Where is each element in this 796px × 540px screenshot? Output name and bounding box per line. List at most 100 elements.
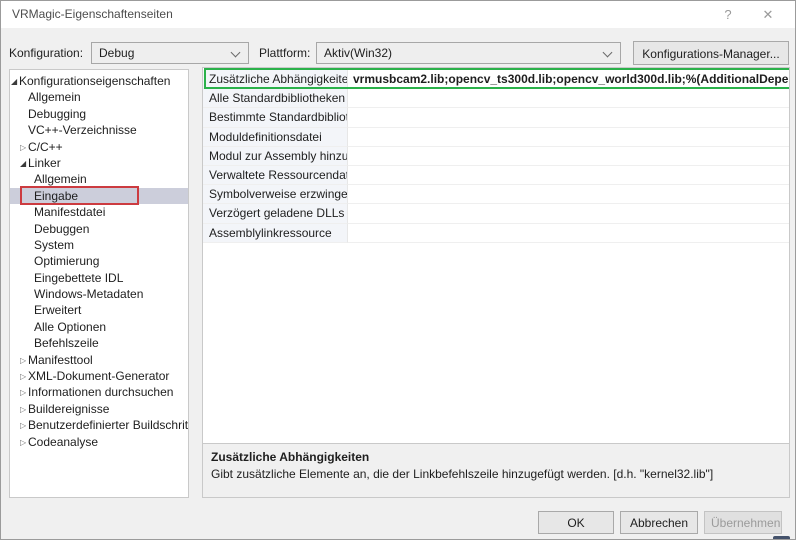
property-row[interactable]: Bestimmte Standardbibliothe: [203, 108, 789, 127]
tree-item[interactable]: Alle Optionen: [10, 319, 188, 335]
window-title: VRMagic-Eigenschaftenseiten: [12, 1, 173, 28]
tree-item-label: Eingebettete IDL: [34, 271, 123, 285]
property-name: Assemblylinkressource: [203, 224, 348, 243]
config-tree: ◢KonfigurationseigenschaftenAllgemeinDeb…: [9, 69, 189, 498]
ok-button[interactable]: OK: [538, 511, 614, 534]
help-icon[interactable]: ?: [713, 1, 743, 28]
tree-item-label: Optimierung: [34, 254, 99, 268]
description-pane: Zusätzliche Abhängigkeiten Gibt zusätzli…: [203, 443, 789, 497]
tree-item-label: C/C++: [28, 140, 63, 154]
tree-item-label: Buildereignisse: [28, 402, 109, 416]
tree-item[interactable]: ▷Manifesttool: [10, 352, 188, 368]
property-row[interactable]: Assemblylinkressource: [203, 224, 789, 243]
property-value[interactable]: vrmusbcam2.lib;opencv_ts300d.lib;opencv_…: [348, 70, 789, 89]
tree-item[interactable]: Eingebettete IDL: [10, 270, 188, 286]
tree-item[interactable]: Eingabe: [10, 188, 188, 204]
tree-item-label: Alle Optionen: [34, 320, 106, 334]
tree-item[interactable]: ▷C/C++: [10, 139, 188, 155]
property-name: Bestimmte Standardbibliothe: [203, 108, 348, 127]
property-name: Moduldefinitionsdatei: [203, 128, 348, 147]
chevron-down-icon: [603, 48, 613, 58]
property-name: Verzögert geladene DLLs: [203, 204, 348, 223]
tree-item[interactable]: VC++-Verzeichnisse: [10, 122, 188, 138]
expander-collapsed-icon[interactable]: ▷: [20, 435, 28, 451]
tree-item-label: Eingabe: [34, 189, 78, 203]
property-name: Symbolverweise erzwingen: [203, 185, 348, 204]
property-value[interactable]: [348, 89, 789, 108]
property-row[interactable]: Verzögert geladene DLLs: [203, 204, 789, 223]
property-row[interactable]: Alle Standardbibliotheken ign: [203, 89, 789, 108]
property-name: Alle Standardbibliotheken ign: [203, 89, 348, 108]
expander-collapsed-icon[interactable]: ▷: [20, 140, 28, 156]
description-title: Zusätzliche Abhängigkeiten: [211, 450, 781, 464]
tree-item[interactable]: ◢Linker: [10, 155, 188, 171]
tree-item-label: Allgemein: [34, 172, 87, 186]
tree-item-label: Debuggen: [34, 222, 89, 236]
property-value[interactable]: [348, 166, 789, 185]
tree-item[interactable]: Allgemein: [10, 89, 188, 105]
apply-button: Übernehmen: [704, 511, 782, 534]
tree-item[interactable]: Windows-Metadaten: [10, 286, 188, 302]
expander-collapsed-icon[interactable]: ▷: [20, 402, 28, 418]
cancel-button[interactable]: Abbrechen: [620, 511, 698, 534]
configuration-manager-button[interactable]: Konfigurations-Manager...: [633, 41, 789, 65]
property-row[interactable]: Modul zur Assembly hinzufüg: [203, 147, 789, 166]
tree-item[interactable]: Debuggen: [10, 221, 188, 237]
tree-item[interactable]: System: [10, 237, 188, 253]
configuration-value: Debug: [99, 46, 134, 60]
title-bar: VRMagic-Eigenschaftenseiten ? ✕: [1, 1, 795, 28]
property-grid: Zusätzliche Abhängigkeitenvrmusbcam2.lib…: [202, 67, 790, 498]
tree-item-label: Befehlszeile: [34, 336, 99, 350]
tree-item[interactable]: Erweitert: [10, 302, 188, 318]
tree-item-label: Benutzerdefinierter Buildschritt: [28, 418, 189, 432]
expander-expanded-icon[interactable]: ◢: [11, 74, 19, 90]
property-value[interactable]: [348, 204, 789, 223]
expander-collapsed-icon[interactable]: ▷: [20, 385, 28, 401]
property-value[interactable]: [348, 147, 789, 166]
tree-item-label: Linker: [28, 156, 61, 170]
property-grid-rows: Zusätzliche Abhängigkeitenvrmusbcam2.lib…: [203, 70, 789, 243]
tree-item[interactable]: ◢Konfigurationseigenschaften: [10, 73, 188, 89]
tree-item[interactable]: Optimierung: [10, 253, 188, 269]
tree-item-label: Informationen durchsuchen: [28, 385, 173, 399]
property-row[interactable]: Verwaltete Ressourcendatei e: [203, 166, 789, 185]
platform-value: Aktiv(Win32): [324, 46, 392, 60]
tree-item[interactable]: Allgemein: [10, 171, 188, 187]
property-value[interactable]: [348, 128, 789, 147]
tree-item-label: Windows-Metadaten: [34, 287, 143, 301]
tree-item-label: Erweitert: [34, 303, 81, 317]
expander-collapsed-icon[interactable]: ▷: [20, 418, 28, 434]
property-value[interactable]: [348, 108, 789, 127]
property-value[interactable]: [348, 224, 789, 243]
property-pages-dialog: VRMagic-Eigenschaftenseiten ? ✕ Konfigur…: [0, 0, 796, 540]
tree-item[interactable]: Manifestdatei: [10, 204, 188, 220]
tree-item[interactable]: ▷Informationen durchsuchen: [10, 384, 188, 400]
property-name: Modul zur Assembly hinzufüg: [203, 147, 348, 166]
tree-item[interactable]: ▷Codeanalyse: [10, 434, 188, 450]
configuration-label: Konfiguration:: [9, 42, 83, 64]
property-row[interactable]: Moduldefinitionsdatei: [203, 128, 789, 147]
chevron-down-icon: [231, 48, 241, 58]
platform-dropdown[interactable]: Aktiv(Win32): [316, 42, 621, 64]
property-row[interactable]: Symbolverweise erzwingen: [203, 185, 789, 204]
tree-item[interactable]: ▷Buildereignisse: [10, 401, 188, 417]
property-value[interactable]: [348, 185, 789, 204]
tree-item-label: Debugging: [28, 107, 86, 121]
tree-item[interactable]: ▷XML-Dokument-Generator: [10, 368, 188, 384]
tree-item[interactable]: Befehlszeile: [10, 335, 188, 351]
tree-item[interactable]: Debugging: [10, 106, 188, 122]
watermark-badge: [773, 536, 790, 540]
close-icon[interactable]: ✕: [753, 1, 783, 28]
tree-item-label: Allgemein: [28, 90, 81, 104]
tree-item[interactable]: ▷Benutzerdefinierter Buildschritt: [10, 417, 188, 433]
expander-collapsed-icon[interactable]: ▷: [20, 353, 28, 369]
platform-label: Plattform:: [259, 42, 310, 64]
property-name: Zusätzliche Abhängigkeiten: [203, 70, 348, 89]
tree-item-label: XML-Dokument-Generator: [28, 369, 169, 383]
expander-collapsed-icon[interactable]: ▷: [20, 369, 28, 385]
tree-item-label: Manifestdatei: [34, 205, 105, 219]
property-row[interactable]: Zusätzliche Abhängigkeitenvrmusbcam2.lib…: [203, 70, 789, 89]
expander-expanded-icon[interactable]: ◢: [20, 156, 28, 172]
configuration-dropdown[interactable]: Debug: [91, 42, 249, 64]
property-name: Verwaltete Ressourcendatei e: [203, 166, 348, 185]
